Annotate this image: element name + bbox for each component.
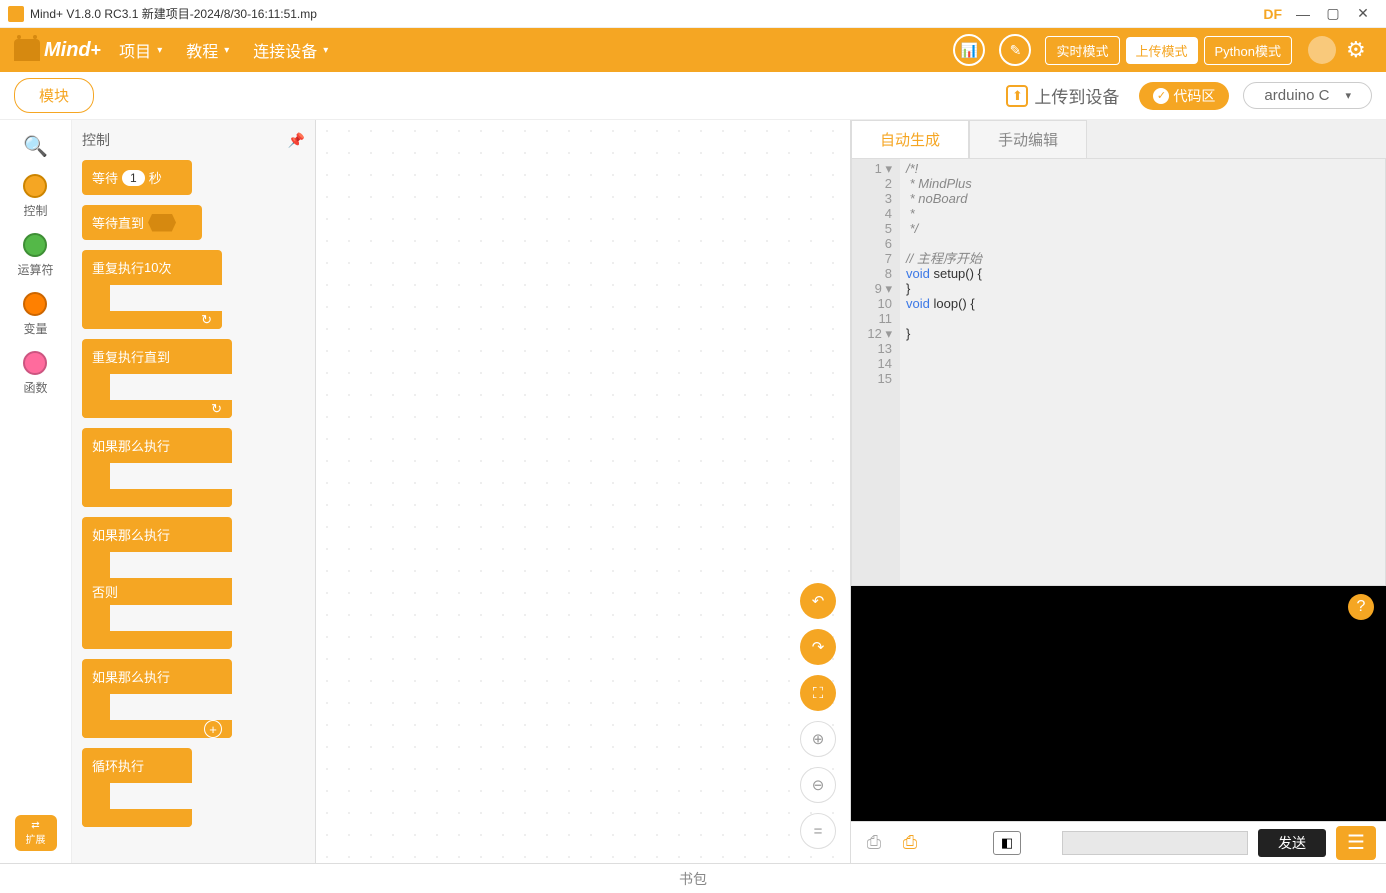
logo: Mind + bbox=[14, 39, 101, 62]
menu-project[interactable]: 项目▾ bbox=[119, 38, 162, 62]
line-gutter: 1 ▾23456789 ▾101112 ▾131415 bbox=[852, 159, 900, 585]
workspace: 🔍 控制 运算符 变量 函数 ⇄扩展 控制 📌 等待1秒 等待直到 重复执行10… bbox=[0, 120, 1386, 863]
close-button[interactable]: ✕ bbox=[1348, 5, 1378, 22]
zoom-in-button[interactable]: ⊕ bbox=[800, 721, 836, 757]
block-if[interactable]: 如果那么执行 bbox=[82, 428, 232, 507]
gear-icon[interactable]: ⚙ bbox=[1346, 37, 1372, 63]
console[interactable]: ? bbox=[851, 586, 1386, 821]
check-icon: ✓ bbox=[1153, 88, 1169, 104]
center-button[interactable]: = bbox=[800, 813, 836, 849]
menu-icon[interactable]: ☰ bbox=[1336, 826, 1376, 860]
tab-module[interactable]: 模块 bbox=[14, 78, 94, 113]
zoom-out-button[interactable]: ⊖ bbox=[800, 767, 836, 803]
minimize-button[interactable]: — bbox=[1288, 6, 1318, 22]
tab-auto-generate[interactable]: 自动生成 bbox=[851, 120, 969, 158]
upload-to-device-button[interactable]: ⬆ 上传到设备 bbox=[1006, 83, 1119, 108]
language-select[interactable]: arduino C▾ bbox=[1243, 82, 1372, 109]
category-operator[interactable]: 运算符 bbox=[17, 233, 53, 278]
crop-button[interactable]: ⛶ bbox=[800, 675, 836, 711]
block-wait-until[interactable]: 等待直到 bbox=[82, 205, 202, 240]
palette-header: 控制 📌 bbox=[82, 130, 305, 150]
usb-icon[interactable]: ⎙ bbox=[861, 832, 887, 853]
pin-icon[interactable]: 📌 bbox=[288, 132, 305, 149]
extension-button[interactable]: ⇄扩展 bbox=[15, 815, 57, 851]
chevron-down-icon: ▾ bbox=[157, 45, 162, 56]
maximize-button[interactable]: ▢ bbox=[1318, 5, 1348, 22]
code-area-toggle[interactable]: ✓ 代码区 bbox=[1139, 82, 1229, 110]
app-icon bbox=[8, 6, 24, 22]
category-variable[interactable]: 变量 bbox=[23, 292, 47, 337]
window-title: Mind+ V1.8.0 RC3.1 新建项目-2024/8/30-16:11:… bbox=[30, 5, 317, 22]
brand-df: DF bbox=[1263, 6, 1282, 22]
usb-connected-icon[interactable]: ⎙ bbox=[897, 832, 923, 853]
send-button[interactable]: 发送 bbox=[1258, 829, 1326, 857]
serial-input[interactable] bbox=[1062, 831, 1248, 855]
backpack-footer[interactable]: 书包 bbox=[0, 863, 1386, 893]
help-icon[interactable]: ? bbox=[1348, 594, 1374, 620]
erase-icon[interactable]: ◧ bbox=[993, 831, 1021, 855]
canvas[interactable]: ↶ ↷ ⛶ ⊕ ⊖ = bbox=[316, 120, 850, 863]
serial-bar: ⎙ ⎙ ◧ 发送 ☰ bbox=[851, 821, 1386, 863]
code-tabs: 自动生成 手动编辑 bbox=[851, 120, 1386, 158]
plus-icon[interactable]: + bbox=[204, 720, 222, 738]
menu-tutorial[interactable]: 教程▾ bbox=[186, 38, 229, 62]
title-bar: Mind+ V1.8.0 RC3.1 新建项目-2024/8/30-16:11:… bbox=[0, 0, 1386, 28]
code-column: 自动生成 手动编辑 1 ▾23456789 ▾101112 ▾131415 /*… bbox=[850, 120, 1386, 863]
robot-icon bbox=[14, 39, 40, 61]
code-content: /*! * MindPlus * noBoard * */ // 主程序开始 v… bbox=[900, 159, 1385, 585]
search-icon[interactable]: 🔍 bbox=[22, 132, 50, 160]
block-repeat[interactable]: 重复执行10次 ↻ bbox=[82, 250, 222, 329]
menu-connect[interactable]: 连接设备▾ bbox=[253, 38, 328, 62]
logo-text: Mind bbox=[44, 39, 91, 62]
edit-icon[interactable]: ✎ bbox=[999, 34, 1031, 66]
block-palette: 控制 📌 等待1秒 等待直到 重复执行10次 ↻ 重复执行直到 ↻ 如果那么执行… bbox=[72, 120, 316, 863]
avatar-icon[interactable] bbox=[1308, 36, 1336, 64]
toolbar: 模块 ⬆ 上传到设备 ✓ 代码区 arduino C▾ bbox=[0, 72, 1386, 120]
chevron-down-icon: ▾ bbox=[224, 45, 229, 56]
menu-bar: Mind + 项目▾ 教程▾ 连接设备▾ 📊 ✎ 实时模式 上传模式 Pytho… bbox=[0, 28, 1386, 72]
mode-python[interactable]: Python模式 bbox=[1204, 36, 1292, 65]
chevron-down-icon: ▾ bbox=[1345, 89, 1351, 102]
block-repeat-until[interactable]: 重复执行直到 ↻ bbox=[82, 339, 232, 418]
category-function[interactable]: 函数 bbox=[23, 351, 47, 396]
block-forever[interactable]: 循环执行 bbox=[82, 748, 192, 827]
chart-icon[interactable]: 📊 bbox=[953, 34, 985, 66]
block-wait[interactable]: 等待1秒 bbox=[82, 160, 192, 195]
category-control[interactable]: 控制 bbox=[23, 174, 47, 219]
code-editor[interactable]: 1 ▾23456789 ▾101112 ▾131415 /*! * MindPl… bbox=[851, 158, 1386, 586]
undo-button[interactable]: ↶ bbox=[800, 583, 836, 619]
mode-upload[interactable]: 上传模式 bbox=[1126, 37, 1198, 64]
canvas-controls: ↶ ↷ ⛶ ⊕ ⊖ = bbox=[800, 583, 836, 849]
block-if-else[interactable]: 如果那么执行 否则 bbox=[82, 517, 232, 649]
logo-plus: + bbox=[91, 40, 102, 61]
mode-realtime[interactable]: 实时模式 bbox=[1045, 36, 1119, 65]
tab-manual-edit[interactable]: 手动编辑 bbox=[969, 120, 1087, 158]
upload-icon: ⬆ bbox=[1006, 85, 1028, 107]
chevron-down-icon: ▾ bbox=[323, 45, 328, 56]
redo-button[interactable]: ↷ bbox=[800, 629, 836, 665]
block-if-plus[interactable]: 如果那么执行 + bbox=[82, 659, 232, 738]
category-column: 🔍 控制 运算符 变量 函数 ⇄扩展 bbox=[0, 120, 72, 863]
